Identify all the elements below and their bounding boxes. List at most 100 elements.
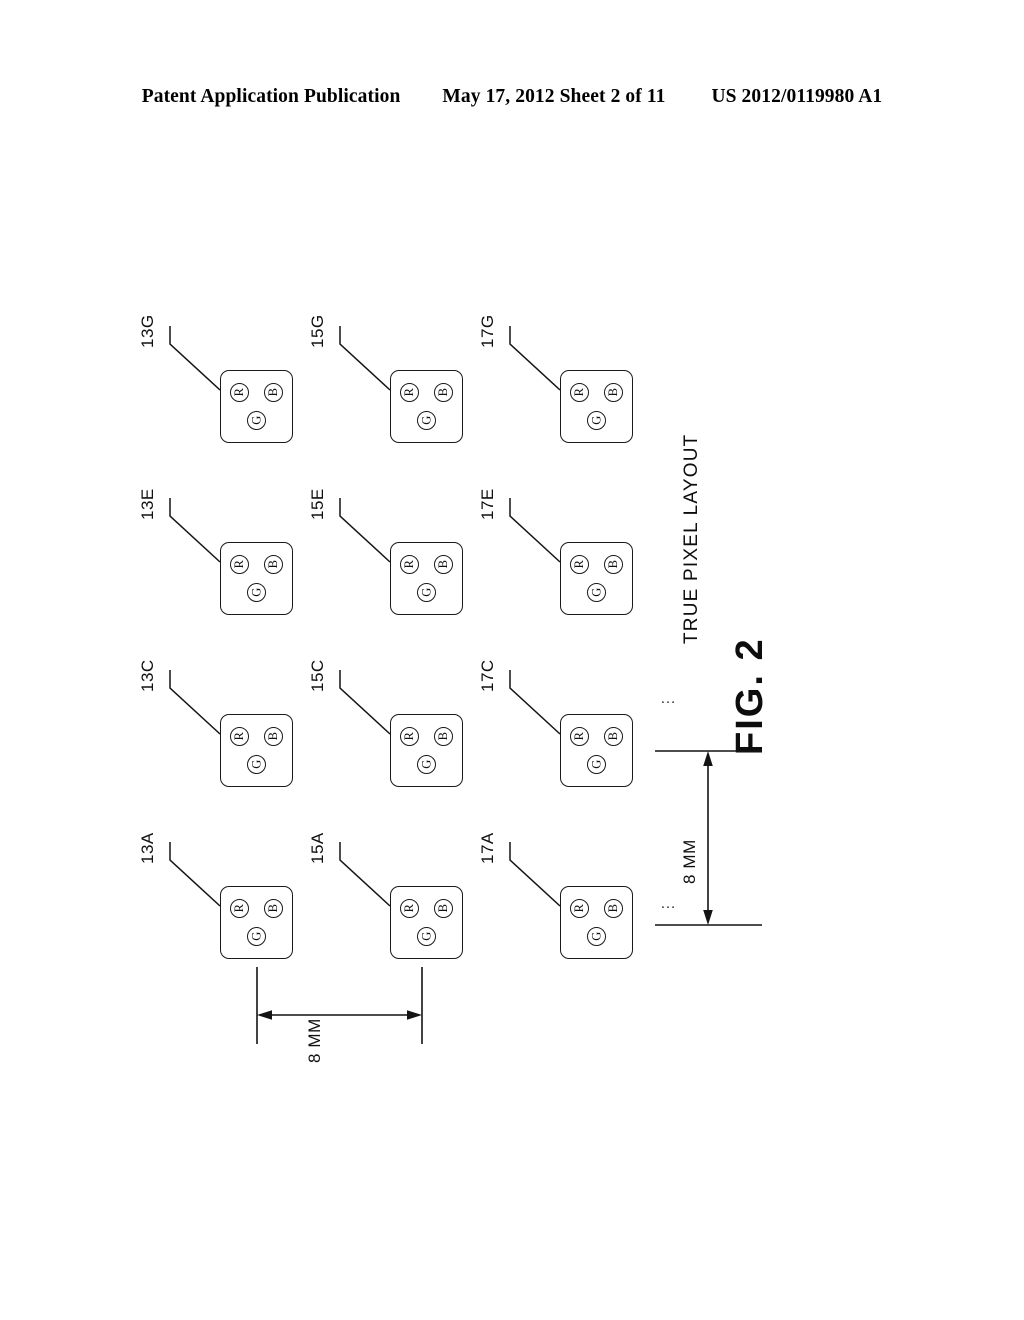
subpixel-red-13c: R [230, 727, 249, 746]
reference-numeral-15a: 15A [308, 832, 327, 864]
pixel-cell-17a: R B G [560, 886, 633, 959]
pixel-cell-17e: R B G [560, 542, 633, 615]
reference-numeral-13g: 13G [138, 314, 157, 348]
subpixel-label: R [402, 560, 417, 569]
leader-line-17a [509, 842, 561, 907]
subpixel-label: G [589, 415, 604, 426]
subpixel-blue-13g: B [264, 383, 283, 402]
subpixel-label: G [419, 931, 434, 942]
subpixel-label: R [572, 904, 587, 913]
subpixel-label: R [402, 732, 417, 741]
reference-numeral-13a: 13A [138, 832, 157, 864]
reference-numeral-15e: 15E [308, 488, 327, 520]
subpixel-label: B [436, 732, 451, 741]
subpixel-label: G [419, 587, 434, 598]
leader-line-13e [169, 498, 221, 563]
leader-line-15g [339, 326, 391, 391]
subpixel-label: G [419, 759, 434, 770]
subpixel-label: B [436, 560, 451, 569]
subpixel-red-17e: R [570, 555, 589, 574]
subpixel-label: B [266, 388, 281, 397]
subpixel-blue-15g: B [434, 383, 453, 402]
subpixel-red-17a: R [570, 899, 589, 918]
pixel-cell-17c: R B G [560, 714, 633, 787]
subpixel-label: B [606, 388, 621, 397]
subpixel-label: R [572, 388, 587, 397]
pixel-cell-13e: R B G [220, 542, 293, 615]
vertical-pitch-value: 8 MM [680, 837, 700, 886]
subpixel-label: B [606, 904, 621, 913]
reference-numeral-17a: 17A [478, 832, 497, 864]
subpixel-label: R [572, 560, 587, 569]
subpixel-green-17g: G [587, 411, 606, 430]
subpixel-label: B [606, 732, 621, 741]
horizontal-pitch-value: 8 MM [305, 1016, 325, 1065]
subpixel-blue-17g: B [604, 383, 623, 402]
subpixel-blue-17c: B [604, 727, 623, 746]
continuation-ellipsis-row-a: … [660, 895, 677, 912]
reference-numeral-17e: 17E [478, 488, 497, 520]
leader-line-15e [339, 498, 391, 563]
subpixel-green-17e: G [587, 583, 606, 602]
subpixel-label: R [232, 732, 247, 741]
subpixel-red-13g: R [230, 383, 249, 402]
pixel-cell-13a: R B G [220, 886, 293, 959]
leader-line-15c [339, 670, 391, 735]
reference-numeral-15c: 15C [308, 659, 327, 692]
subpixel-green-13g: G [247, 411, 266, 430]
leader-line-17e [509, 498, 561, 563]
subpixel-blue-15e: B [434, 555, 453, 574]
subpixel-red-15g: R [400, 383, 419, 402]
subpixel-green-15a: G [417, 927, 436, 946]
subpixel-red-13e: R [230, 555, 249, 574]
true-pixel-layout-caption: TRUE PIXEL LAYOUT [681, 433, 702, 644]
subpixel-label: R [572, 732, 587, 741]
reference-numeral-13c: 13C [138, 659, 157, 692]
leader-line-17c [509, 670, 561, 735]
reference-numeral-13e: 13E [138, 488, 157, 520]
pixel-cell-13c: R B G [220, 714, 293, 787]
subpixel-blue-13e: B [264, 555, 283, 574]
subpixel-blue-15a: B [434, 899, 453, 918]
subpixel-label: B [436, 904, 451, 913]
subpixel-red-13a: R [230, 899, 249, 918]
subpixel-blue-17e: B [604, 555, 623, 574]
subpixel-red-17g: R [570, 383, 589, 402]
subpixel-green-13c: G [247, 755, 266, 774]
leader-line-13g [169, 326, 221, 391]
leader-line-13a [169, 842, 221, 907]
subpixel-blue-17a: B [604, 899, 623, 918]
subpixel-label: R [232, 560, 247, 569]
subpixel-label: R [232, 904, 247, 913]
subpixel-label: G [249, 587, 264, 598]
leader-line-17g [509, 326, 561, 391]
subpixel-blue-13a: B [264, 899, 283, 918]
subpixel-red-17c: R [570, 727, 589, 746]
subpixel-label: G [249, 931, 264, 942]
subpixel-red-15a: R [400, 899, 419, 918]
subpixel-green-17c: G [587, 755, 606, 774]
pixel-cell-17g: R B G [560, 370, 633, 443]
pixel-cell-15g: R B G [390, 370, 463, 443]
subpixel-label: B [266, 560, 281, 569]
subpixel-green-15c: G [417, 755, 436, 774]
subpixel-green-15g: G [417, 411, 436, 430]
subpixel-label: R [232, 388, 247, 397]
horizontal-pitch-dimension-line [256, 967, 423, 1044]
reference-numeral-17g: 17G [478, 314, 497, 348]
subpixel-label: G [589, 587, 604, 598]
subpixel-label: B [266, 904, 281, 913]
subpixel-label: G [249, 759, 264, 770]
subpixel-label: R [402, 904, 417, 913]
subpixel-red-15e: R [400, 555, 419, 574]
pixel-cell-15a: R B G [390, 886, 463, 959]
reference-numeral-17c: 17C [478, 659, 497, 692]
subpixel-label: G [589, 759, 604, 770]
continuation-ellipsis-row-c: … [660, 690, 677, 707]
figure-2-drawing: R B G 13G R B G 15G R B G 17G R B G 13E R B G 15E R B G 17E R B G 1… [0, 0, 1024, 1320]
subpixel-green-15e: G [417, 583, 436, 602]
subpixel-green-13a: G [247, 927, 266, 946]
subpixel-label: R [402, 388, 417, 397]
pixel-cell-15e: R B G [390, 542, 463, 615]
subpixel-blue-13c: B [264, 727, 283, 746]
